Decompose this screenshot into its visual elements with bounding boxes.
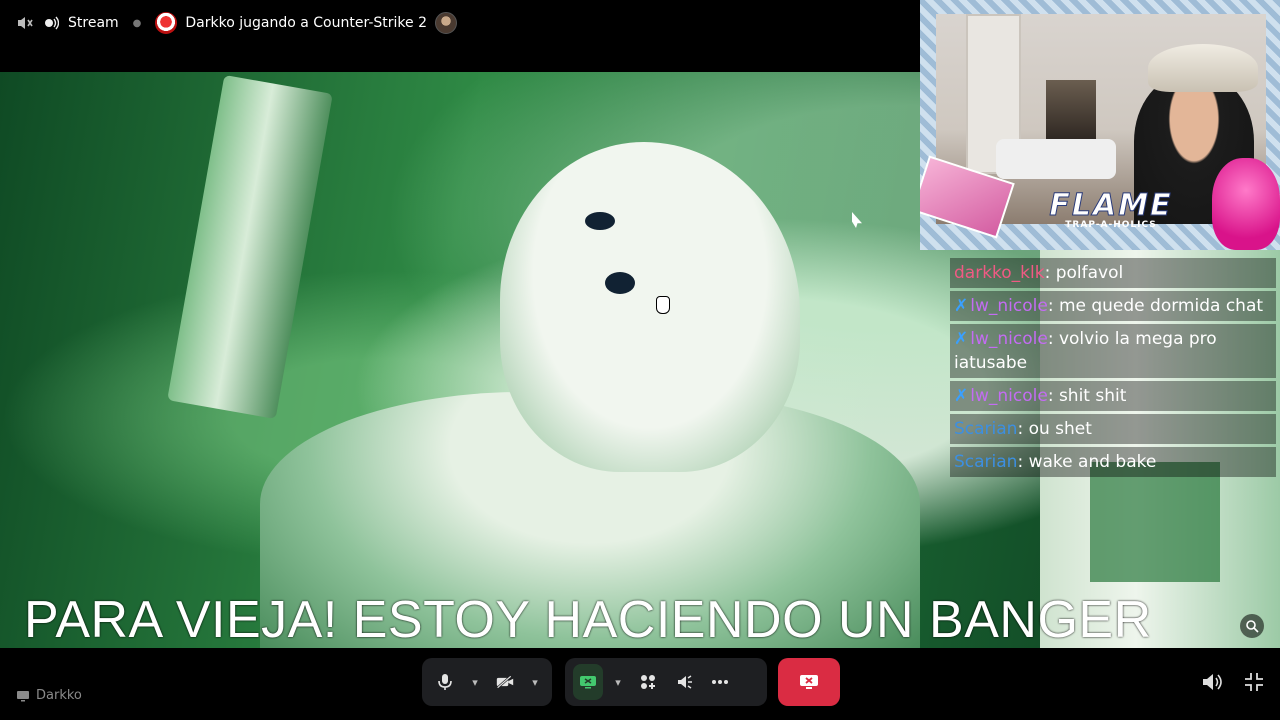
flame-logo-subtitle: TRAP-A-HOLICS (1065, 220, 1157, 230)
broadcast-icon (42, 14, 60, 32)
microphone-icon[interactable] (430, 664, 460, 700)
webcam-cap (1148, 44, 1258, 92)
activity-title: Darkko jugando a Counter-Strike 2 (185, 15, 427, 31)
video-caption: PARA VIEJA! ESTOY HACIENDO UN BANGER (24, 591, 1152, 649)
chat-text: : me quede dormida chat (1047, 296, 1264, 316)
chat-message: Scarian: ou shet (950, 414, 1276, 444)
streamer-tag: Darkko (16, 688, 82, 703)
separator-dot: ● (132, 17, 142, 29)
stream-label: Stream (68, 15, 119, 31)
leave-call-icon[interactable] (778, 658, 840, 706)
flame-logo: FLAME TRAP-A-HOLICS (1006, 188, 1216, 238)
webcam-overlay: FLAME TRAP-A-HOLICS (920, 0, 1280, 250)
sword-badge-icon: ✗ (954, 296, 969, 316)
sword-badge-icon: ✗ (954, 386, 969, 406)
streamer-avatar[interactable] (434, 12, 457, 34)
speaker-icon[interactable] (1200, 670, 1224, 694)
video-figure-hood (500, 142, 800, 472)
video-figure-eye (585, 212, 615, 230)
chat-username: lw_nicole (970, 296, 1048, 316)
buddha-sticker (1212, 158, 1280, 250)
chat-username: lw_nicole (970, 329, 1048, 349)
chat-text: : polfavol (1044, 263, 1124, 283)
sword-badge-icon: ✗ (954, 329, 969, 349)
chat-message: darkko_klk: polfavol (950, 258, 1276, 288)
fullscreen-exit-icon[interactable] (1242, 670, 1266, 694)
audio-video-controls: ▾ ▾ (422, 658, 552, 706)
chat-text: : ou shet (1017, 419, 1092, 439)
screen-share-options-chevron-icon[interactable]: ▾ (609, 664, 627, 700)
chat-username: Scarian (954, 419, 1018, 439)
chat-username: Scarian (954, 452, 1018, 472)
webcam-bed (996, 139, 1116, 179)
top-bar: Stream ● Darkko jugando a Counter-Strike… (0, 0, 920, 46)
webcam-poster (1046, 80, 1096, 142)
chat-overlay: darkko_klk: polfavol ✗ lw_nicole: me qued… (950, 258, 1276, 480)
microphone-options-chevron-icon[interactable]: ▾ (466, 664, 484, 700)
chat-username: darkko_klk (954, 263, 1045, 283)
activity-avatar (155, 12, 178, 34)
chat-username: lw_nicole (970, 386, 1048, 406)
video-background-detail (1090, 462, 1220, 582)
chat-message: ✗ lw_nicole: volvio la mega pro iatusabe (950, 324, 1276, 378)
screen-icon (17, 690, 29, 701)
chat-message: ✗ lw_nicole: me quede dormida chat (950, 291, 1276, 321)
chat-message: ✗ lw_nicole: shit shit (950, 381, 1276, 411)
soundboard-icon[interactable] (669, 664, 699, 700)
activities-icon[interactable] (633, 664, 663, 700)
chat-message: Scarian: wake and bake (950, 447, 1276, 477)
video-figure-prop (167, 74, 333, 420)
flame-logo-title: FLAME (1049, 188, 1173, 223)
stream-controls: ▾ (565, 658, 767, 706)
hand-cursor-icon (656, 296, 670, 314)
chat-text: : shit shit (1047, 386, 1127, 406)
screen-share-icon[interactable] (573, 664, 603, 700)
more-icon[interactable] (705, 664, 735, 700)
camera-off-icon[interactable] (490, 664, 520, 700)
camera-options-chevron-icon[interactable]: ▾ (526, 664, 544, 700)
streamer-name: Darkko (36, 688, 82, 703)
zoom-icon[interactable] (1240, 614, 1264, 638)
call-controls-bar: Darkko ▾ ▾ ▾ (0, 648, 1280, 720)
chat-text: : wake and bake (1017, 452, 1157, 472)
video-figure-eye (605, 272, 635, 294)
volume-muted-icon[interactable] (16, 14, 34, 32)
